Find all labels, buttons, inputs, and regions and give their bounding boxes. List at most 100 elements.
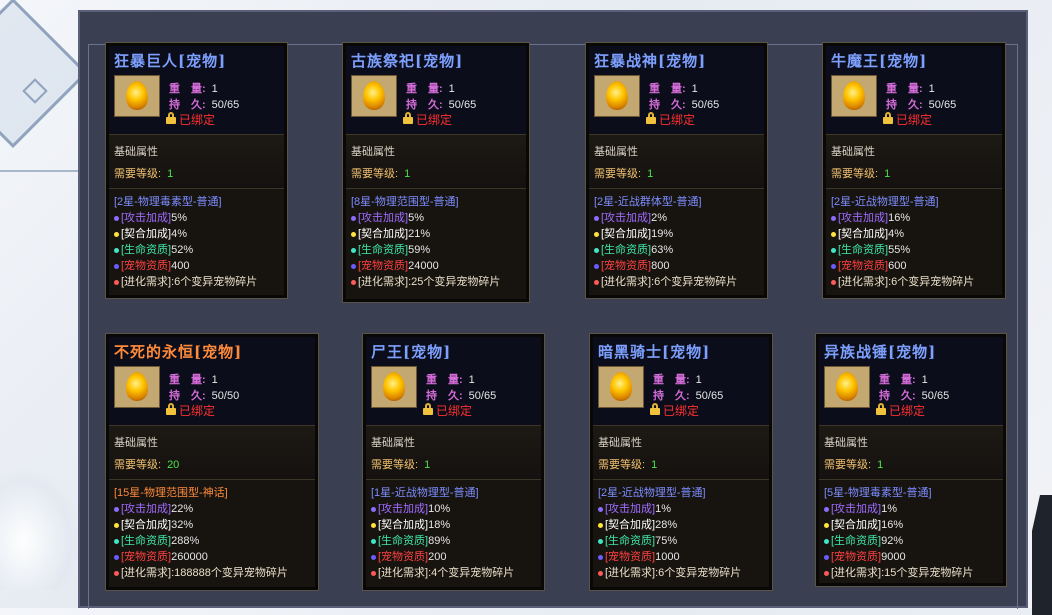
lock-icon <box>646 112 656 124</box>
bullet-icon <box>598 522 603 528</box>
pet-name: 不死的永恒[宠物] <box>114 343 243 361</box>
lock-icon <box>166 112 176 124</box>
bullet-icon <box>594 263 599 269</box>
contract-bonus-label: [契合加成] <box>831 519 882 531</box>
required-level-label: 需要等级: <box>824 459 872 471</box>
large-diamond-shape <box>0 0 88 148</box>
base-attributes-title: 基础属性 <box>594 146 638 158</box>
durability-value: 50/65 <box>928 99 957 111</box>
durability-label: 持 久: <box>169 99 206 111</box>
required-level-label: 需要等级: <box>598 459 646 471</box>
evolve-value: 6个变异宠物碎片 <box>654 276 738 288</box>
weight-row: 重 量: 1 <box>886 80 935 96</box>
pet-attributes: [2星-物理毒素型-普通] [攻击加成]5% [契合加成]4% [生命资质]52… <box>109 189 284 290</box>
contract-bonus-row: [契合加成]28% <box>598 517 769 533</box>
attack-bonus-value: 16% <box>888 212 911 224</box>
durability-value: 50/65 <box>211 99 240 111</box>
base-attributes: 基础属性 需要等级: 1 <box>593 426 769 480</box>
durability-value: 50/65 <box>695 390 724 402</box>
required-level-label: 需要等级: <box>114 168 162 180</box>
evolve-requirement-row: [进化需求]:6个变异宠物碎片 <box>598 565 769 581</box>
pet-card-header: 狂暴巨人[宠物] 重 量: 1 持 久: 50/65 已绑定 <box>109 46 284 135</box>
contract-bonus-label: [契合加成] <box>378 519 429 531</box>
egg-shape <box>126 372 148 401</box>
pet-card[interactable]: 狂暴巨人[宠物] 重 量: 1 持 久: 50/65 已绑定 基础属性 需要等级: 1… <box>105 42 288 299</box>
required-level-label: 需要等级: <box>114 459 162 471</box>
life-quality-label: [生命资质] <box>121 535 172 547</box>
attack-bonus-row: [攻击加成]1% <box>824 501 1003 517</box>
life-quality-label: [生命资质] <box>601 244 652 256</box>
ornament-line <box>0 170 78 172</box>
pet-quality-value: 800 <box>651 260 670 272</box>
contract-bonus-label: [契合加成] <box>838 228 889 240</box>
weight-value: 1 <box>211 83 218 95</box>
bullet-icon <box>598 538 603 544</box>
life-quality-label: [生命资质] <box>838 244 889 256</box>
pet-egg-icon <box>371 366 417 408</box>
pet-card[interactable]: 不死的永恒[宠物] 重 量: 1 持 久: 50/50 已绑定 基础属性 需要等级:… <box>105 333 319 591</box>
life-quality-value: 75% <box>655 535 678 547</box>
weight-row: 重 量: 1 <box>169 371 218 387</box>
bullet-icon <box>114 263 119 269</box>
base-attributes-title: 基础属性 <box>598 437 642 449</box>
attack-bonus-row: [攻击加成]5% <box>351 210 526 226</box>
pet-type: [8星-物理范围型-普通] <box>351 196 459 208</box>
weight-label: 重 量: <box>879 374 916 386</box>
evolve-requirement-row: [进化需求]:6个变异宠物碎片 <box>831 274 1002 290</box>
bullet-icon <box>114 231 119 237</box>
pet-egg-icon <box>114 366 160 408</box>
pet-name: 尸王[宠物] <box>371 343 452 361</box>
pet-name: 狂暴巨人[宠物] <box>114 52 227 70</box>
life-quality-value: 288% <box>171 535 200 547</box>
required-level: 需要等级: 20 <box>114 456 179 472</box>
contract-bonus-value: 28% <box>655 519 678 531</box>
pet-card[interactable]: 尸王[宠物] 重 量: 1 持 久: 50/65 已绑定 基础属性 需要等级: 1 [… <box>362 333 545 591</box>
evolve-label: [进化需求]: <box>601 276 655 288</box>
contract-bonus-value: 18% <box>428 519 451 531</box>
life-quality-row: [生命资质]288% <box>114 533 315 549</box>
pet-card[interactable]: 牛魔王[宠物] 重 量: 1 持 久: 50/65 已绑定 基础属性 需要等级: 1 … <box>822 42 1006 299</box>
required-level: 需要等级: 1 <box>594 165 653 181</box>
weight-value: 1 <box>691 83 698 95</box>
life-quality-label: [生命资质] <box>121 244 172 256</box>
bullet-icon <box>371 554 376 560</box>
pet-card[interactable]: 暗黑骑士[宠物] 重 量: 1 持 久: 50/65 已绑定 基础属性 需要等级: 1… <box>589 333 773 591</box>
required-level-label: 需要等级: <box>594 168 642 180</box>
base-attributes-title: 基础属性 <box>371 437 415 449</box>
evolve-label: [进化需求]: <box>121 567 175 579</box>
pet-quality-row: [宠物资质]260000 <box>114 549 315 565</box>
bullet-icon <box>831 247 836 253</box>
weight-row: 重 量: 1 <box>426 371 475 387</box>
durability-label: 持 久: <box>886 99 923 111</box>
contract-bonus-row: [契合加成]32% <box>114 517 315 533</box>
bullet-icon <box>351 247 356 253</box>
weight-value: 1 <box>928 83 935 95</box>
required-level: 需要等级: 1 <box>831 165 890 181</box>
pet-card[interactable]: 异族战锤[宠物] 重 量: 1 持 久: 50/65 已绑定 基础属性 需要等级: 1… <box>815 333 1007 587</box>
pet-name: 古族祭祀[宠物] <box>351 52 464 70</box>
life-quality-value: 89% <box>428 535 451 547</box>
pet-attributes: [5星-物理毒素型-普通] [攻击加成]1% [契合加成]16% [生命资质]9… <box>819 480 1003 581</box>
attack-bonus-label: [攻击加成] <box>378 503 429 515</box>
weight-label: 重 量: <box>426 374 463 386</box>
life-quality-label: [生命资质] <box>831 535 882 547</box>
life-quality-row: [生命资质]63% <box>594 242 764 258</box>
lock-icon <box>876 403 886 415</box>
pet-quality-value: 600 <box>888 260 907 272</box>
contract-bonus-value: 16% <box>881 519 904 531</box>
pet-card-header: 不死的永恒[宠物] 重 量: 1 持 久: 50/50 已绑定 <box>109 337 315 426</box>
pet-quality-label: [宠物资质] <box>121 551 172 563</box>
evolve-value: 4个变异宠物碎片 <box>431 567 515 579</box>
base-attributes-title: 基础属性 <box>114 437 158 449</box>
bullet-icon <box>351 263 356 269</box>
pet-card[interactable]: 狂暴战神[宠物] 重 量: 1 持 久: 50/65 已绑定 基础属性 需要等级: 1… <box>585 42 768 299</box>
durability-row: 持 久: 50/65 <box>169 96 239 112</box>
durability-row: 持 久: 50/65 <box>649 96 719 112</box>
pet-card[interactable]: 古族祭祀[宠物] 重 量: 1 持 久: 50/65 已绑定 基础属性 需要等级: 1… <box>342 42 530 303</box>
pet-type: [2星-近战物理型-普通] <box>831 196 939 208</box>
lock-icon <box>166 403 176 415</box>
base-attributes: 基础属性 需要等级: 1 <box>819 426 1003 480</box>
life-quality-row: [生命资质]89% <box>371 533 541 549</box>
attack-bonus-row: [攻击加成]22% <box>114 501 315 517</box>
bullet-icon <box>114 554 119 560</box>
